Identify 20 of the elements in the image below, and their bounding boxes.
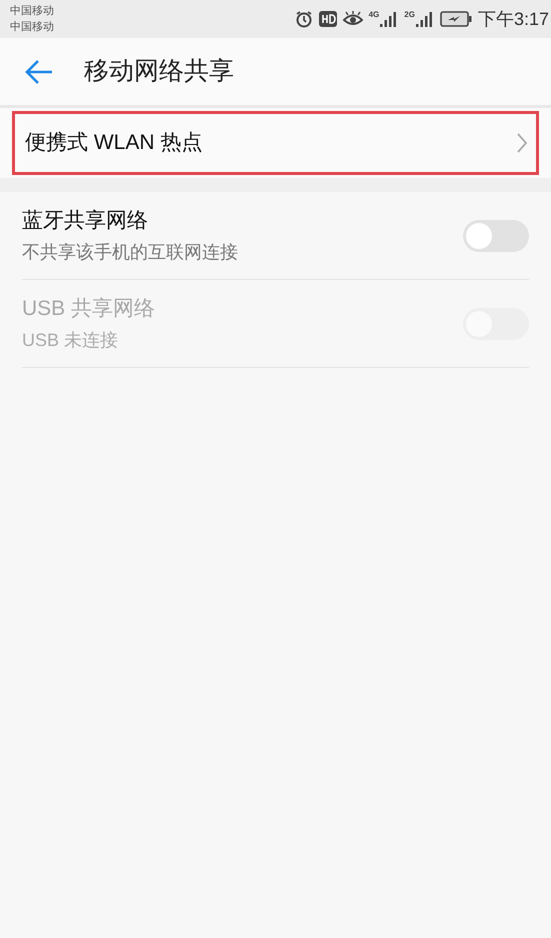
network-type: 2G [404,11,415,19]
alarm-icon [294,10,313,28]
network-type: 4G [368,11,380,19]
signal-icon [416,11,434,27]
wlan-hotspot-item[interactable]: 便携式 WLAN 热点 [12,111,539,175]
carrier-name: 中国移动 [10,4,54,19]
signal-icon [380,11,398,27]
setting-subtitle: USB 未连接 [22,328,120,352]
toggle-switch[interactable] [463,220,529,252]
hd-icon [318,11,337,27]
setting-title: 蓝牙共享网络 [22,208,149,234]
page-title: 移动网络共享 [84,56,234,87]
setting-subtitle: 不共享该手机的互联网连接 [22,240,238,264]
clock-time: 下午3:17 [478,8,549,30]
item-label: 便携式 WLAN 热点 [25,130,202,156]
carrier-name: 中国移动 [10,20,54,35]
eye-icon [342,11,363,27]
setting-title: USB 共享网络 [22,296,156,322]
battery-charging-icon [440,11,472,27]
chevron-right-icon [516,132,528,154]
